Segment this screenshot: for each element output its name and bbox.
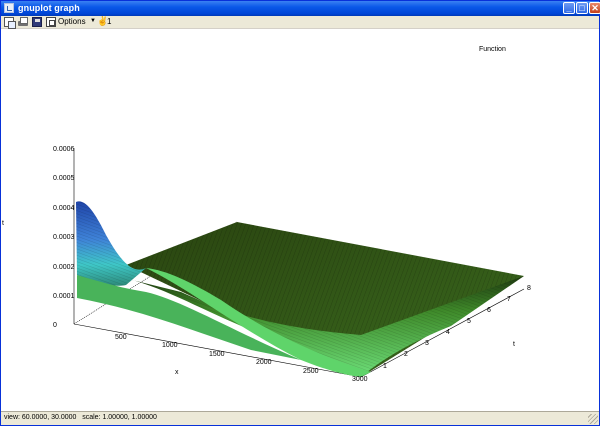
mouse-icon[interactable]: ✌ (97, 16, 108, 26)
mouse-mode-number: 1 (107, 17, 112, 26)
print-icon[interactable] (18, 17, 28, 27)
y-label-fragment: t (2, 220, 4, 227)
resize-grip-icon[interactable] (588, 414, 598, 424)
function-surface (76, 201, 524, 377)
t-tick-label: 7 (507, 296, 511, 303)
toolbar: Options ▼ ✌ 1 (1, 16, 599, 29)
window-title: gnuplot graph (18, 3, 80, 13)
z-tick-label: 0.0003 (53, 234, 75, 241)
x-tick-label: 2000 (256, 359, 272, 366)
z-tick-label: 0.0002 (53, 264, 75, 271)
t-tick-label: 1 (383, 363, 387, 370)
t-tick-label: 5 (467, 318, 471, 325)
status-bar: view: 60.0000, 30.0000 scale: 1.00000, 1… (1, 411, 599, 425)
t-tick-label: 8 (527, 285, 531, 292)
maximize-button[interactable]: □ (576, 2, 588, 14)
x-tick-label: 3000 (352, 376, 368, 383)
x-tick-label: 2500 (303, 368, 319, 375)
t-tick-label: 2 (404, 351, 408, 358)
options-icon[interactable] (46, 17, 56, 27)
z-tick-label: 0.0001 (53, 293, 75, 300)
chevron-down-icon[interactable]: ▼ (90, 18, 96, 24)
x-tick-label: 1000 (162, 342, 178, 349)
minimize-button[interactable]: _ (563, 2, 575, 14)
plot-canvas[interactable]: 0 0.0001 0.0002 0.0003 0.0004 0.0005 0.0… (1, 30, 599, 411)
z-axis-ticks: 0 0.0001 0.0002 0.0003 0.0004 0.0005 0.0… (53, 146, 75, 329)
options-menu-button[interactable]: Options (58, 17, 86, 26)
x-tick-label: 1500 (209, 351, 225, 358)
z-tick-label: 0.0004 (53, 205, 75, 212)
x-tick-label: 500 (115, 334, 127, 341)
copy-to-clipboard-icon[interactable] (4, 17, 16, 29)
view-scale-status: view: 60.0000, 30.0000 scale: 1.00000, 1… (4, 414, 157, 421)
z-tick-label: 0.0005 (53, 175, 75, 182)
close-button[interactable]: ✕ (589, 2, 600, 14)
z-tick-label: 0.0006 (53, 146, 75, 153)
surface-plot[interactable]: 0 0.0001 0.0002 0.0003 0.0004 0.0005 0.0… (1, 30, 599, 411)
title-bar[interactable]: gnuplot graph _ □ ✕ (1, 1, 600, 16)
t-axis-label: t (513, 341, 515, 348)
save-icon[interactable] (32, 17, 42, 27)
t-tick-label: 4 (446, 329, 450, 336)
key-title: Function (479, 46, 506, 53)
t-tick-label: 3 (425, 340, 429, 347)
gnuplot-window: gnuplot graph _ □ ✕ Options ▼ ✌ 1 0 0.00… (0, 0, 600, 426)
gnuplot-app-icon[interactable] (4, 3, 14, 13)
z-tick-label: 0 (53, 322, 57, 329)
t-tick-label: 6 (487, 307, 491, 314)
x-axis-label: x (175, 369, 179, 376)
